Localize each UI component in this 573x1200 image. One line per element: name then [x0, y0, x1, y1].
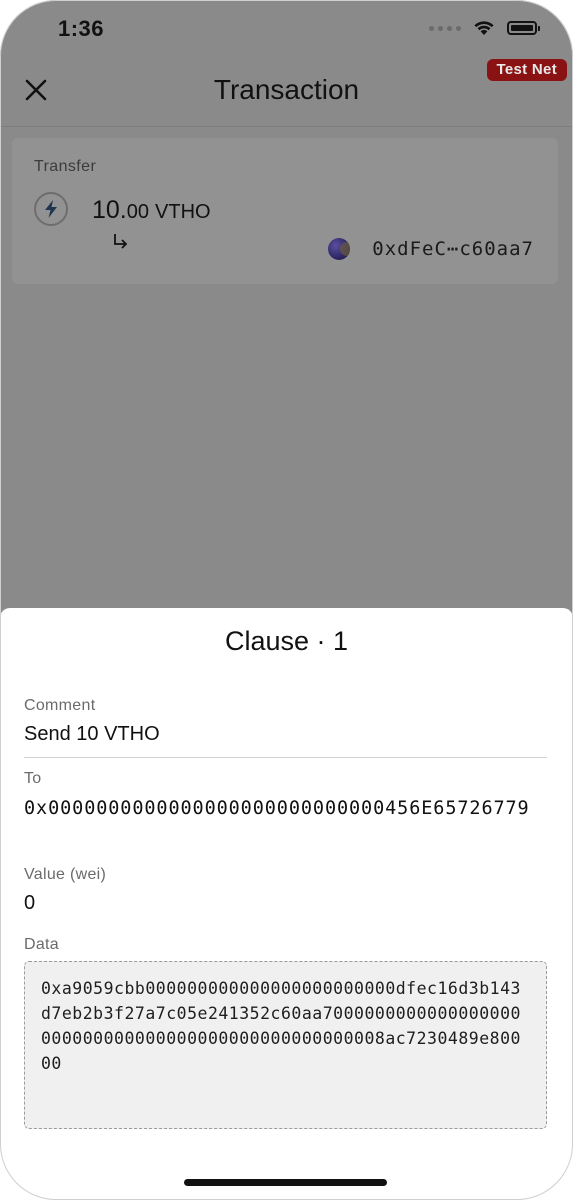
phone-screen: 1:36 Test Net Transaction Transfer 10.00…: [0, 0, 573, 1200]
transfer-label: Transfer: [34, 158, 97, 175]
recipient-address: 0xdFeC⋯c60aa7: [372, 238, 534, 260]
wifi-icon: [474, 21, 494, 35]
transfer-card[interactable]: Transfer 10.00 VTHO 0xdFeC⋯c60aa7: [12, 138, 558, 284]
data-box: 0xa9059cbb000000000000000000000000dfec16…: [24, 961, 547, 1129]
recipient: 0xdFeC⋯c60aa7: [328, 238, 534, 260]
signal-icon: [429, 25, 461, 31]
page-title: Transaction: [213, 74, 360, 105]
status-bar: 1:36: [0, 0, 573, 60]
amount-symbol: VTHO: [155, 201, 211, 223]
data-value: 0xa9059cbb000000000000000000000000dfec16…: [41, 979, 521, 1073]
comment-value: Send 10 VTHO: [24, 723, 160, 745]
home-indicator[interactable]: [184, 1179, 387, 1186]
clause-title: Clause · 1: [224, 626, 349, 656]
clause-detail-sheet: Clause · 1 Comment Send 10 VTHO To 0x000…: [0, 608, 573, 1200]
dimmed-background-page: 1:36 Test Net Transaction Transfer 10.00…: [0, 0, 573, 620]
to-address: 0x0000000000000000000000000000456E657267…: [24, 798, 530, 819]
value-amount: 0: [24, 892, 36, 914]
data-label: Data: [24, 936, 59, 953]
comment-divider: [24, 757, 547, 758]
amount-decimals: 00: [126, 201, 150, 223]
vtho-lightning-icon: [34, 192, 68, 226]
comment-label: Comment: [24, 697, 96, 714]
recipient-avatar: [328, 238, 351, 260]
status-time: 1:36: [58, 16, 105, 41]
to-label: To: [24, 770, 42, 787]
transfer-amount: 10.00 VTHO: [92, 196, 211, 225]
value-label: Value (wei): [24, 866, 107, 883]
nav-bar: Transaction: [0, 60, 573, 127]
battery-icon: [507, 21, 540, 35]
status-icons: [429, 20, 540, 36]
amount-integer: 10.: [92, 196, 127, 224]
return-arrow-icon: [114, 234, 128, 249]
